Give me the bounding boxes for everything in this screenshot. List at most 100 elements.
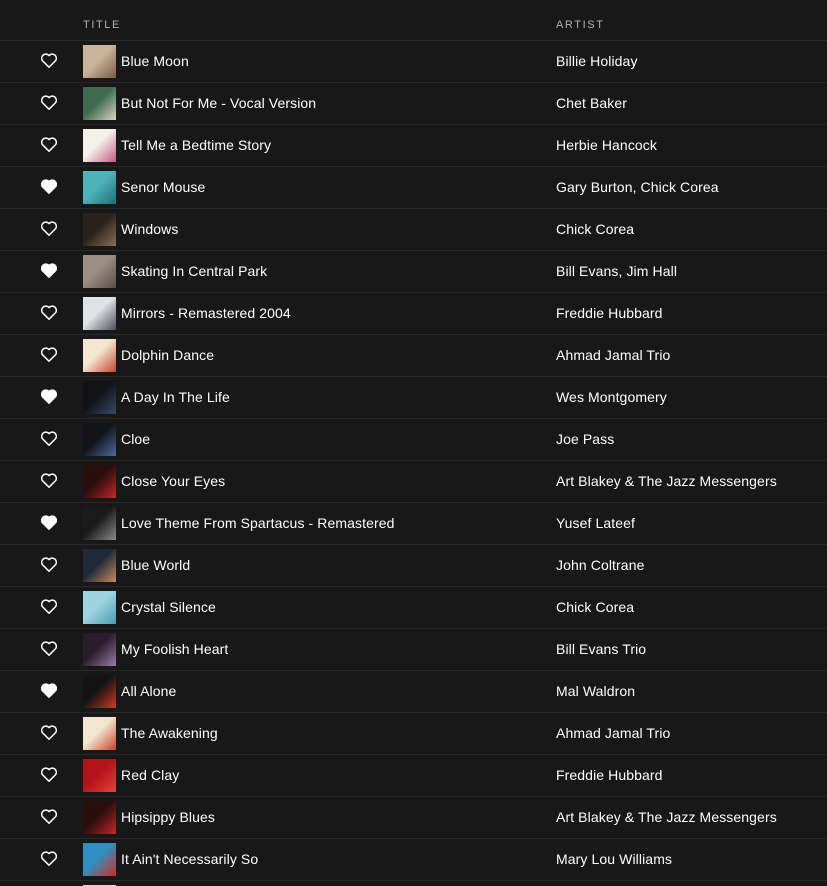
track-artist[interactable]: Mary Lou Williams [556, 851, 672, 867]
track-row[interactable]: All Alone Mal Waldron [0, 671, 827, 713]
album-art [83, 843, 116, 876]
heart-outline-icon[interactable] [41, 137, 57, 152]
track-artist[interactable]: Freddie Hubbard [556, 305, 663, 321]
album-art [83, 297, 116, 330]
track-row[interactable]: Love Theme From Spartacus - Remastered Yu… [0, 503, 827, 545]
album-art [83, 45, 116, 78]
track-row[interactable]: Close Your Eyes Art Blakey & The Jazz Mes… [0, 461, 827, 503]
track-artist[interactable]: Art Blakey & The Jazz Messengers [556, 809, 777, 825]
track-artist[interactable]: Bill Evans, Jim Hall [556, 263, 677, 279]
column-header-artist[interactable]: ARTIST [556, 19, 605, 31]
track-row[interactable]: Blue World John Coltrane [0, 545, 827, 587]
track-title[interactable]: Close Your Eyes [121, 473, 225, 489]
heart-outline-icon[interactable] [41, 431, 57, 446]
track-row[interactable]: The Awakening Ahmad Jamal Trio [0, 713, 827, 755]
track-artist[interactable]: Ahmad Jamal Trio [556, 347, 670, 363]
album-art [83, 87, 116, 120]
album-art [83, 423, 116, 456]
track-row[interactable]: Mirrors - Remastered 2004 Freddie Hubbard [0, 293, 827, 335]
track-title[interactable]: Love Theme From Spartacus - Remastered [121, 515, 395, 531]
track-title[interactable]: Red Clay [121, 767, 179, 783]
track-artist[interactable]: Mal Waldron [556, 683, 635, 699]
track-row[interactable]: Blue Moon Billie Holiday [0, 41, 827, 83]
track-row[interactable]: Crystal Silence Chick Corea [0, 587, 827, 629]
track-artist[interactable]: Herbie Hancock [556, 137, 657, 153]
track-row[interactable]: My Foolish Heart Bill Evans Trio [0, 629, 827, 671]
heart-filled-icon[interactable] [41, 683, 57, 698]
heart-filled-icon[interactable] [41, 263, 57, 278]
track-artist[interactable]: Bill Evans Trio [556, 641, 646, 657]
track-title[interactable]: Mirrors - Remastered 2004 [121, 305, 291, 321]
track-title[interactable]: Hipsippy Blues [121, 809, 215, 825]
heart-outline-icon[interactable] [41, 557, 57, 572]
track-artist[interactable]: Billie Holiday [556, 53, 638, 69]
track-row[interactable]: Senor Mouse Gary Burton, Chick Corea [0, 167, 827, 209]
album-art [83, 339, 116, 372]
heart-filled-icon[interactable] [41, 389, 57, 404]
album-art [83, 717, 116, 750]
track-title[interactable]: A Day In The Life [121, 389, 230, 405]
track-artist[interactable]: Chet Baker [556, 95, 627, 111]
heart-outline-icon[interactable] [41, 599, 57, 614]
album-art [83, 591, 116, 624]
track-row[interactable]: Hipsippy Blues Art Blakey & The Jazz Mess… [0, 797, 827, 839]
track-title[interactable]: Senor Mouse [121, 179, 205, 195]
track-artist[interactable]: Gary Burton, Chick Corea [556, 179, 719, 195]
track-title[interactable]: Tell Me a Bedtime Story [121, 137, 271, 153]
track-title[interactable]: Dolphin Dance [121, 347, 214, 363]
track-row[interactable]: Dolphin Dance Ahmad Jamal Trio [0, 335, 827, 377]
album-art [83, 633, 116, 666]
track-title[interactable]: All Alone [121, 683, 176, 699]
album-art [83, 171, 116, 204]
track-row[interactable]: Cloe Joe Pass [0, 419, 827, 461]
track-rows: Blue Moon Billie Holiday But Not For Me - … [0, 41, 827, 881]
track-title[interactable]: The Awakening [121, 725, 218, 741]
heart-filled-icon[interactable] [41, 179, 57, 194]
heart-outline-icon[interactable] [41, 305, 57, 320]
track-title[interactable]: Blue World [121, 557, 190, 573]
album-art [83, 759, 116, 792]
heart-outline-icon[interactable] [41, 53, 57, 68]
heart-outline-icon[interactable] [41, 221, 57, 236]
track-row[interactable]: Tell Me a Bedtime Story Herbie Hancock [0, 125, 827, 167]
track-artist[interactable]: Joe Pass [556, 431, 614, 447]
track-title[interactable]: Crystal Silence [121, 599, 216, 615]
track-title[interactable]: Cloe [121, 431, 150, 447]
track-row[interactable]: Red Clay Freddie Hubbard [0, 755, 827, 797]
track-artist[interactable]: Art Blakey & The Jazz Messengers [556, 473, 777, 489]
tracklist-header: TITLE ARTIST [0, 0, 827, 41]
album-art [83, 213, 116, 246]
heart-outline-icon[interactable] [41, 809, 57, 824]
track-title[interactable]: Blue Moon [121, 53, 189, 69]
column-header-title[interactable]: TITLE [83, 19, 121, 31]
track-row[interactable]: Skating In Central Park Bill Evans, Jim H… [0, 251, 827, 293]
album-art [83, 549, 116, 582]
track-row[interactable]: Windows Chick Corea [0, 209, 827, 251]
heart-outline-icon[interactable] [41, 851, 57, 866]
track-artist[interactable]: Ahmad Jamal Trio [556, 725, 670, 741]
album-art [83, 801, 116, 834]
heart-outline-icon[interactable] [41, 725, 57, 740]
heart-outline-icon[interactable] [41, 767, 57, 782]
track-title[interactable]: Skating In Central Park [121, 263, 267, 279]
track-title[interactable]: My Foolish Heart [121, 641, 228, 657]
track-row[interactable]: It Ain't Necessarily So Mary Lou Williams [0, 839, 827, 881]
album-art [83, 507, 116, 540]
heart-outline-icon[interactable] [41, 347, 57, 362]
track-artist[interactable]: Chick Corea [556, 599, 634, 615]
heart-outline-icon[interactable] [41, 95, 57, 110]
track-artist[interactable]: Chick Corea [556, 221, 634, 237]
track-artist[interactable]: Wes Montgomery [556, 389, 667, 405]
track-row[interactable]: A Day In The Life Wes Montgomery [0, 377, 827, 419]
heart-outline-icon[interactable] [41, 473, 57, 488]
track-artist[interactable]: Yusef Lateef [556, 515, 635, 531]
track-title[interactable]: But Not For Me - Vocal Version [121, 95, 316, 111]
track-artist[interactable]: John Coltrane [556, 557, 644, 573]
heart-filled-icon[interactable] [41, 515, 57, 530]
track-artist[interactable]: Freddie Hubbard [556, 767, 663, 783]
track-row[interactable]: But Not For Me - Vocal Version Chet Baker [0, 83, 827, 125]
album-art [83, 255, 116, 288]
track-title[interactable]: It Ain't Necessarily So [121, 851, 258, 867]
heart-outline-icon[interactable] [41, 641, 57, 656]
track-title[interactable]: Windows [121, 221, 179, 237]
